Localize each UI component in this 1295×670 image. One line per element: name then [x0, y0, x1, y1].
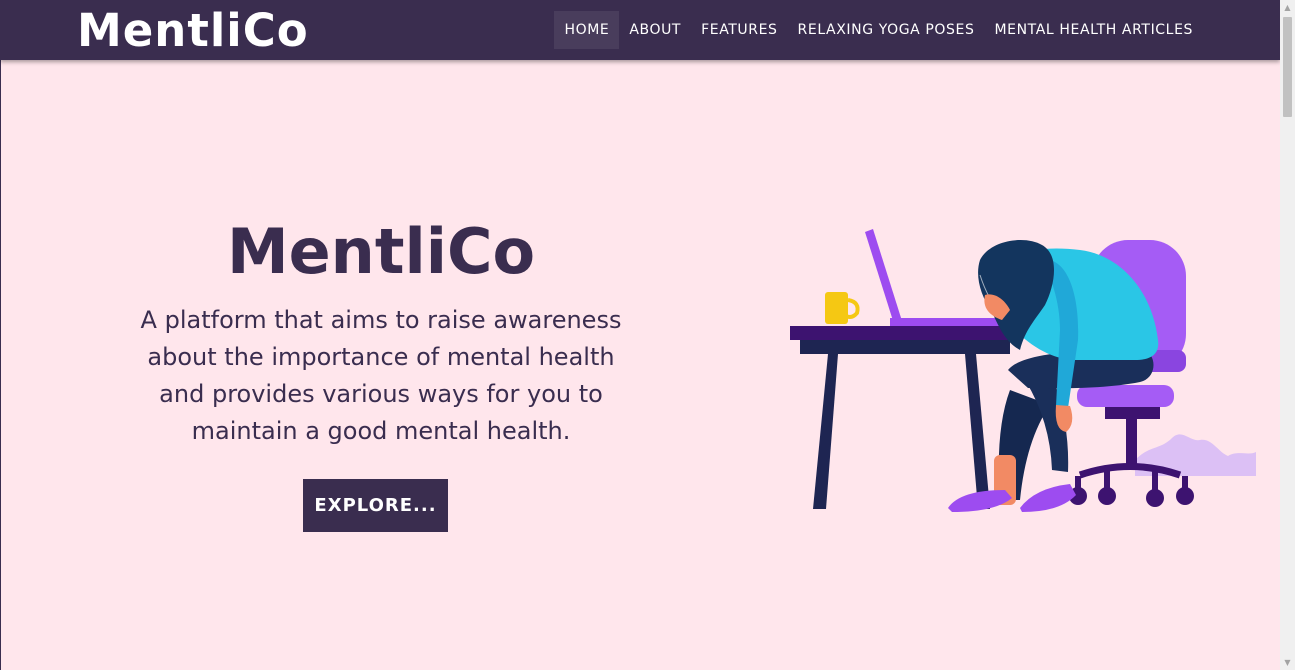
hero-description: A platform that aims to raise awareness …: [140, 306, 622, 445]
scroll-up-arrow-icon[interactable]: ▲: [1280, 0, 1295, 15]
nav-item-home[interactable]: HOME: [554, 11, 620, 49]
scroll-down-arrow-icon[interactable]: ▼: [1280, 655, 1295, 670]
navbar: MentliCo HOME ABOUT FEATURES RELAXING YO…: [0, 0, 1280, 60]
nav-item-about[interactable]: ABOUT: [619, 11, 691, 49]
explore-button[interactable]: EXPLORE...: [303, 479, 448, 532]
hero-section: MentliCo A platform that aims to raise a…: [131, 210, 631, 450]
nav-item-yoga-poses[interactable]: RELAXING YOGA POSES: [788, 11, 985, 49]
nav-item-features[interactable]: FEATURES: [691, 11, 787, 49]
tired-woman-at-desk-illustration: [790, 229, 1256, 512]
nav-item-mental-health-articles[interactable]: MENTAL HEALTH ARTICLES: [984, 11, 1203, 49]
scrollbar[interactable]: ▲ ▼: [1280, 0, 1295, 670]
nav-menu: HOME ABOUT FEATURES RELAXING YOGA POSES …: [554, 11, 1203, 49]
window-border: [0, 0, 1, 670]
hero-title: MentliCo: [226, 215, 536, 288]
scroll-thumb[interactable]: [1283, 17, 1292, 117]
brand-logo[interactable]: MentliCo: [77, 3, 309, 59]
